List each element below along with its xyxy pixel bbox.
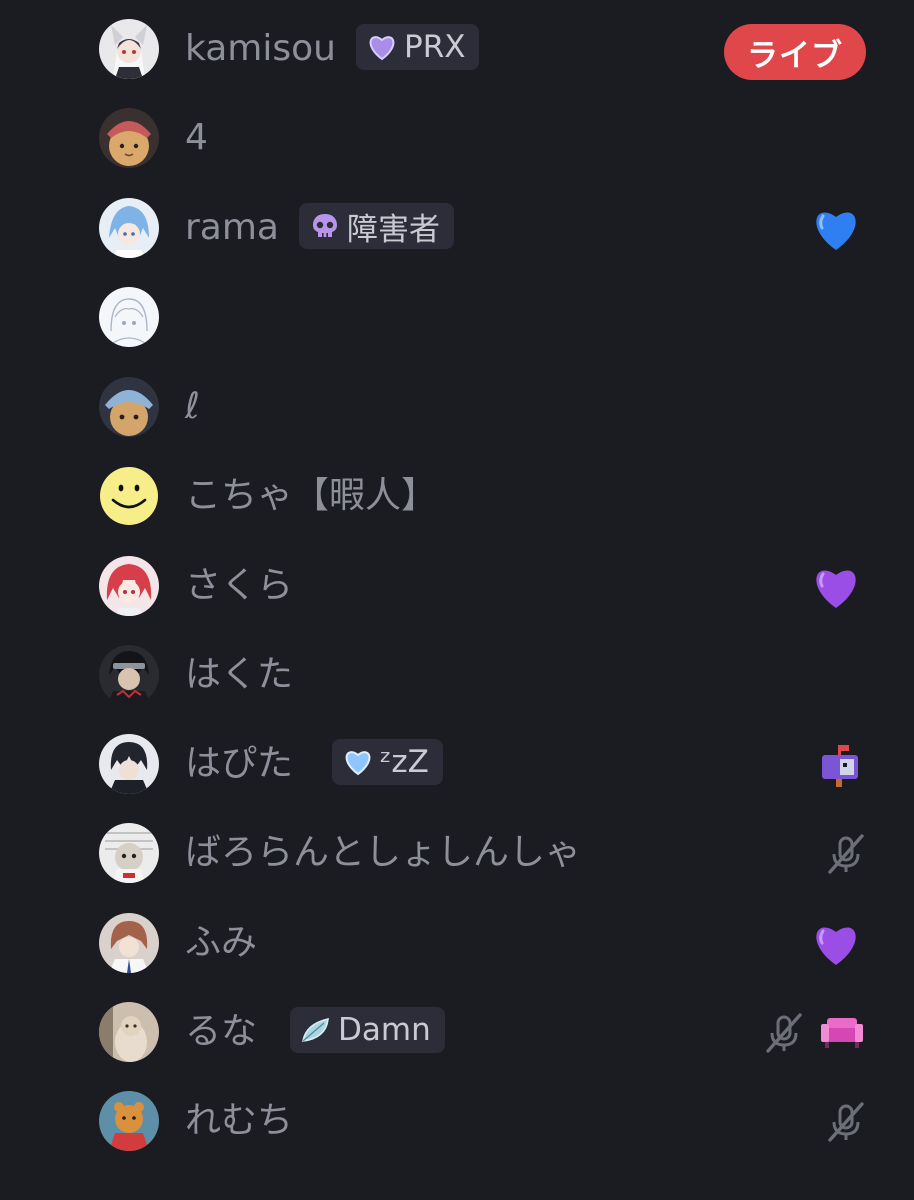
member-row-kocha[interactable]: こちゃ【暇人】 [0, 451, 914, 541]
member-row-sakura[interactable]: さくら [0, 541, 914, 631]
member-name: れむち [185, 1100, 294, 1141]
member-tag: Damn [290, 1007, 445, 1053]
member-row-rama[interactable]: rama 障害者 [0, 183, 914, 273]
member-name: こちゃ【暇人】 [185, 475, 438, 516]
member-tag-text: ᶻzZ [380, 744, 429, 780]
avatar[interactable] [99, 377, 159, 437]
member-tag-text: Damn [338, 1012, 431, 1048]
member-name: さくら [185, 565, 294, 606]
member-row-kamisou[interactable]: kamisou PRX ライブ [0, 4, 914, 94]
avatar[interactable] [99, 645, 159, 705]
member-row-remuchi[interactable]: れむち [0, 1076, 914, 1166]
muted-mic-icon [820, 828, 872, 880]
pink-sofa-icon [816, 1007, 868, 1059]
avatar[interactable] [99, 734, 159, 794]
member-name: はくた [185, 654, 294, 695]
feather-icon [300, 1015, 332, 1045]
light-blue-heart-icon [342, 747, 374, 777]
avatar[interactable] [99, 823, 159, 883]
purple-heart-icon [810, 918, 862, 970]
avatar[interactable] [99, 556, 159, 616]
member-name: kamisou [185, 28, 336, 69]
avatar[interactable] [99, 287, 159, 347]
avatar[interactable] [99, 198, 159, 258]
purple-heart-icon [366, 32, 398, 62]
purple-heart-icon [810, 561, 862, 613]
avatar[interactable] [99, 19, 159, 79]
member-name: ℓ [185, 386, 200, 427]
member-row-fumi[interactable]: ふみ [0, 898, 914, 988]
member-tag: PRX [356, 24, 480, 70]
member-tag: ᶻzZ [332, 739, 443, 785]
avatar[interactable] [99, 1002, 159, 1062]
member-name: ふみ [185, 922, 258, 963]
live-badge[interactable]: ライブ [724, 24, 866, 80]
member-name: 4 [185, 117, 208, 158]
member-name: るな [185, 1011, 258, 1052]
muted-mic-icon [758, 1007, 810, 1059]
mailbox-icon [814, 739, 866, 791]
member-row-4[interactable]: 4 [0, 93, 914, 183]
member-row-runa[interactable]: るな Damn [0, 987, 914, 1077]
member-tag-text: PRX [404, 29, 466, 65]
member-tag: 障害者 [299, 203, 454, 249]
avatar[interactable] [99, 108, 159, 168]
member-row-hakuta[interactable]: はくた [0, 630, 914, 720]
member-row-l[interactable]: ℓ [0, 362, 914, 452]
avatar[interactable] [99, 466, 159, 526]
member-name: はぴた [185, 743, 294, 784]
member-row-barorant[interactable]: ばろらんとしょしんしゃ [0, 808, 914, 898]
blue-heart-icon [810, 203, 862, 255]
member-row-unnamed[interactable] [0, 272, 914, 362]
avatar[interactable] [99, 1091, 159, 1151]
member-row-hapita[interactable]: はぴた ᶻzZ [0, 719, 914, 809]
member-tag-text: 障害者 [347, 211, 440, 248]
avatar[interactable] [99, 913, 159, 973]
skull-icon [309, 211, 341, 241]
muted-mic-icon [820, 1096, 872, 1148]
member-name: rama [185, 207, 279, 248]
member-name: ばろらんとしょしんしゃ [185, 832, 582, 873]
